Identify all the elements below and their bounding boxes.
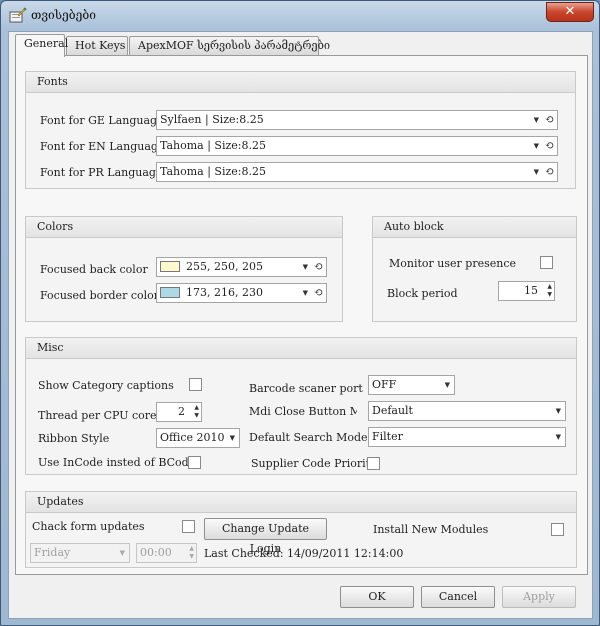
font-pr-combo[interactable]: Tahoma | Size:8.25 ▼ ⟲	[156, 162, 558, 182]
check-form-updates-checkbox[interactable]	[182, 520, 195, 533]
default-search-mode-label: Default Search Mode	[249, 431, 368, 444]
font-pr-value: Tahoma | Size:8.25	[160, 165, 266, 178]
ribbon-style-value: Office 2010	[160, 431, 225, 444]
color-swatch	[160, 261, 180, 272]
default-search-mode-combo[interactable]: Filter ▼	[368, 427, 566, 447]
dropdown-arrow-icon[interactable]: ▼	[534, 111, 539, 129]
barcode-scanner-port-label: Barcode scaner port	[249, 382, 363, 395]
focused-border-color-picker[interactable]: 173, 216, 230 ▼ ⟲	[156, 283, 327, 303]
font-en-combo[interactable]: Tahoma | Size:8.25 ▼ ⟲	[156, 136, 558, 156]
barcode-scanner-port-combo[interactable]: OFF ▼	[368, 375, 455, 395]
focused-back-color-picker[interactable]: 255, 250, 205 ▼ ⟲	[156, 257, 327, 277]
mdi-close-button-mode-combo[interactable]: Default ▼	[368, 401, 566, 421]
mdi-close-button-mode-value: Default	[372, 404, 413, 417]
spin-up-down-icon[interactable]: ▲ ▼	[194, 404, 199, 420]
dropdown-arrow-icon[interactable]: ▼	[445, 376, 450, 394]
last-checked-text: Last Checked: 14/09/2011 12:14:00	[204, 547, 404, 560]
auto-block-group-header: Auto block	[373, 217, 576, 238]
spin-up-down-icon[interactable]: ▲ ▼	[189, 545, 194, 561]
dropdown-arrow-icon[interactable]: ▼	[556, 428, 561, 446]
block-period-label: Block period	[387, 287, 458, 300]
fonts-group-header: Fonts	[26, 72, 575, 93]
default-search-mode-value: Filter	[372, 430, 403, 443]
font-en-label: Font for EN Language	[40, 140, 165, 153]
window-title: თვისებები	[31, 8, 96, 22]
dropdown-arrow-icon[interactable]: ▼	[303, 258, 308, 276]
font-ge-combo[interactable]: Sylfaen | Size:8.25 ▼ ⟲	[156, 110, 558, 130]
block-period-value: 15	[524, 284, 538, 297]
close-button[interactable]: ✕	[546, 2, 594, 22]
update-time-spinner[interactable]: 00:00 ▲ ▼	[136, 543, 197, 563]
apply-button[interactable]: Apply	[502, 586, 576, 608]
update-day-combo[interactable]: Friday ▼	[30, 543, 130, 563]
tab-hot-keys[interactable]: Hot Keys	[66, 36, 128, 56]
app-icon	[9, 7, 27, 23]
colors-group: Colors Focused back color 255, 250, 205 …	[25, 216, 343, 322]
mdi-close-button-mode-label: Mdi Close Button Mode	[249, 405, 357, 418]
font-ge-label: Font for GE Language	[40, 114, 164, 127]
spin-up-down-icon[interactable]: ▲ ▼	[547, 283, 552, 299]
reset-icon[interactable]: ⟲	[314, 258, 323, 276]
dropdown-arrow-icon[interactable]: ▼	[556, 402, 561, 420]
properties-window: თვისებები ✕ General Hot Keys ApexMOF სერ…	[0, 0, 600, 626]
check-form-updates-label: Chack form updates	[32, 520, 145, 533]
thread-per-cpu-spinner[interactable]: 2 ▲ ▼	[156, 402, 202, 422]
tab-general[interactable]: General	[15, 34, 68, 57]
color-swatch	[160, 287, 180, 298]
misc-group: Misc Show Category captions Thread per C…	[25, 337, 577, 475]
dropdown-arrow-icon[interactable]: ▼	[534, 163, 539, 181]
title-bar[interactable]: თვისებები ✕	[1, 1, 599, 29]
ribbon-style-combo[interactable]: Office 2010 ▼	[156, 428, 240, 448]
monitor-user-presence-label: Monitor user presence	[389, 257, 516, 270]
font-pr-label: Font for PR Language	[40, 166, 163, 179]
thread-per-cpu-label: Thread per CPU core	[38, 409, 157, 422]
updates-group: Updates Chack form updates Change Update…	[25, 491, 577, 568]
barcode-scanner-port-value: OFF	[372, 378, 397, 391]
supplier-code-priority-checkbox[interactable]	[367, 457, 380, 470]
reset-icon[interactable]: ⟲	[545, 163, 554, 181]
updates-group-header: Updates	[26, 492, 576, 513]
install-new-modules-checkbox[interactable]	[551, 523, 564, 536]
focused-back-color-label: Focused back color	[40, 263, 148, 276]
dropdown-arrow-icon[interactable]: ▼	[120, 544, 125, 562]
colors-group-header: Colors	[26, 217, 342, 238]
monitor-user-presence-checkbox[interactable]	[540, 256, 553, 269]
misc-group-header: Misc	[26, 338, 576, 359]
reset-icon[interactable]: ⟲	[545, 137, 554, 155]
update-time-value: 00:00	[140, 546, 172, 559]
focused-border-color-label: Focused border color	[40, 289, 160, 302]
show-category-captions-label: Show Category captions	[38, 379, 174, 392]
dropdown-arrow-icon[interactable]: ▼	[303, 284, 308, 302]
ribbon-style-label: Ribbon Style	[38, 432, 110, 445]
use-incode-label: Use InCode insted of BCode	[38, 456, 196, 469]
reset-icon[interactable]: ⟲	[314, 284, 323, 302]
auto-block-group: Auto block Monitor user presence Block p…	[372, 216, 577, 322]
install-new-modules-label: Install New Modules	[373, 523, 489, 536]
change-update-login-button[interactable]: Change Update Login	[204, 518, 327, 555]
block-period-spinner[interactable]: 15 ▲ ▼	[498, 281, 555, 301]
ok-button[interactable]: OK	[340, 586, 414, 608]
cancel-button[interactable]: Cancel	[421, 586, 495, 608]
font-ge-value: Sylfaen | Size:8.25	[160, 113, 264, 126]
reset-icon[interactable]: ⟲	[545, 111, 554, 129]
focused-border-color-value: 173, 216, 230	[186, 286, 263, 299]
use-incode-checkbox[interactable]	[188, 456, 201, 469]
fonts-group: Fonts Font for GE Language Sylfaen | Siz…	[25, 71, 576, 189]
thread-per-cpu-value: 2	[178, 405, 185, 418]
show-category-captions-checkbox[interactable]	[189, 378, 202, 391]
focused-back-color-value: 255, 250, 205	[186, 260, 263, 273]
dropdown-arrow-icon[interactable]: ▼	[534, 137, 539, 155]
general-tab-page: Fonts Font for GE Language Sylfaen | Siz…	[15, 55, 588, 575]
font-en-value: Tahoma | Size:8.25	[160, 139, 266, 152]
client-area: General Hot Keys ApexMOF სერვისის პარამე…	[8, 31, 593, 619]
supplier-code-priority-label: Supplier Code Priority	[251, 457, 377, 470]
tab-apexmof-service-params[interactable]: ApexMOF სერვისის პარამეტრები	[129, 36, 330, 56]
update-day-value: Friday	[34, 546, 71, 559]
dropdown-arrow-icon[interactable]: ▼	[230, 429, 235, 447]
